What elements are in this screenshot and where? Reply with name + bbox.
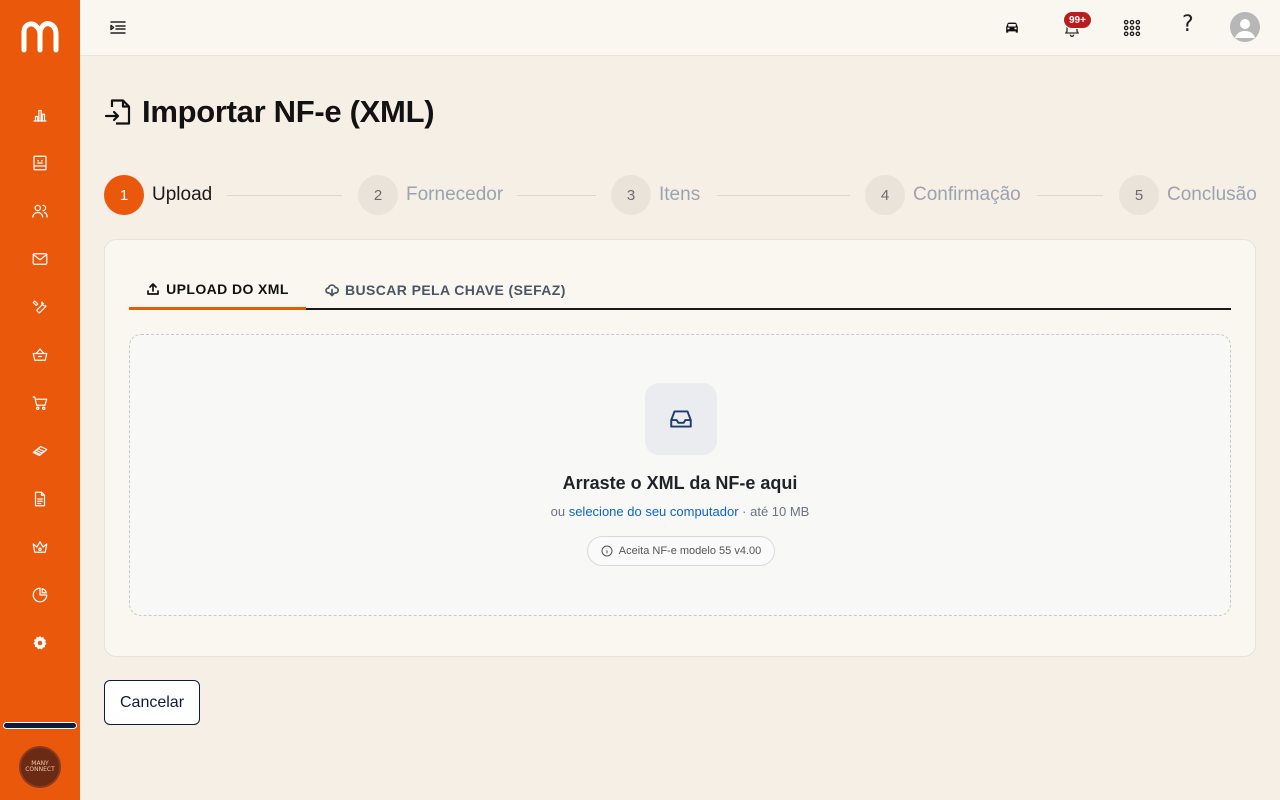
brand-avatar[interactable]: MANY CONNECT <box>19 746 61 788</box>
cloud-download-icon <box>325 284 339 297</box>
mail-icon[interactable] <box>28 247 52 271</box>
file-import-icon <box>104 99 131 125</box>
brand-avatar-text: MANY CONNECT <box>25 760 55 773</box>
step-itens: 3 Itens <box>611 175 700 215</box>
step-number: 5 <box>1119 175 1159 215</box>
apps-grid-icon[interactable] <box>1118 14 1146 42</box>
tab-upload-xml[interactable]: UPLOAD DO XML <box>129 270 306 310</box>
gear-icon[interactable] <box>28 631 52 655</box>
step-fornecedor: 2 Fornecedor <box>358 175 503 215</box>
step-connector <box>517 195 596 196</box>
upload-icon <box>147 282 160 295</box>
step-number: 2 <box>358 175 398 215</box>
notification-badge: 99+ <box>1063 11 1092 29</box>
bar-chart-icon[interactable] <box>28 103 52 127</box>
step-number: 3 <box>611 175 651 215</box>
step-confirmacao: 4 Confirmação <box>865 175 1021 215</box>
pie-chart-icon[interactable] <box>28 583 52 607</box>
step-label: Itens <box>659 184 701 205</box>
select-file-link[interactable]: selecione do seu computador <box>569 504 739 519</box>
wrench-icon[interactable] <box>28 295 52 319</box>
cancel-button[interactable]: Cancelar <box>104 680 200 725</box>
sidebar: MANY CONNECT <box>0 0 80 800</box>
cart-icon[interactable] <box>28 391 52 415</box>
dropzone-title: Arraste o XML da NF-e aqui <box>562 473 798 493</box>
help-icon[interactable]: ? <box>1182 12 1194 37</box>
xml-dropzone[interactable]: Arraste o XML da NF-e aqui ou selecione … <box>129 334 1231 616</box>
car-icon[interactable] <box>998 14 1026 42</box>
step-label: Upload <box>152 184 213 205</box>
format-hint: Aceita NF-e modelo 55 v4.00 <box>587 536 775 566</box>
format-hint-text: Aceita NF-e modelo 55 v4.00 <box>618 545 762 557</box>
step-label: Confirmação <box>913 184 1021 205</box>
basket-icon[interactable] <box>28 343 52 367</box>
users-icon[interactable] <box>28 199 52 223</box>
crown-icon[interactable] <box>28 535 52 559</box>
step-label: Fornecedor <box>406 184 504 205</box>
tab-bar: UPLOAD DO XML BUSCAR PELA CHAVE (SEFAZ) <box>129 270 1231 310</box>
step-number: 4 <box>865 175 905 215</box>
step-connector <box>1037 195 1103 196</box>
upload-card: UPLOAD DO XML BUSCAR PELA CHAVE (SEFAZ) … <box>104 239 1256 657</box>
step-label: Conclusão <box>1167 184 1257 205</box>
menu-toggle-icon[interactable] <box>108 16 128 38</box>
info-icon <box>601 545 613 557</box>
sidebar-progress-bar <box>3 722 77 729</box>
step-number: 1 <box>104 175 144 215</box>
page-title: Importar NF-e (XML) <box>142 94 435 129</box>
document-icon[interactable] <box>28 487 52 511</box>
dropzone-prefix: ou <box>550 504 569 519</box>
step-conclusao: 5 Conclusão <box>1119 175 1257 215</box>
topbar: 99+ ? <box>80 0 1280 56</box>
tab-buscar-sefaz[interactable]: BUSCAR PELA CHAVE (SEFAZ) <box>325 270 566 310</box>
page-header: Importar NF-e (XML) <box>104 94 435 130</box>
step-upload: 1 Upload <box>104 175 212 215</box>
inbox-icon <box>645 383 717 455</box>
dashboard-icon[interactable] <box>28 151 52 175</box>
tab-label: BUSCAR PELA CHAVE (SEFAZ) <box>345 282 566 298</box>
step-connector <box>227 195 342 196</box>
dropzone-suffix: · até 10 MB <box>738 504 810 519</box>
tab-label: UPLOAD DO XML <box>166 280 289 297</box>
step-connector <box>717 195 850 196</box>
user-avatar[interactable] <box>1230 12 1260 42</box>
tire-icon[interactable] <box>28 439 52 463</box>
m-logo-icon[interactable] <box>20 16 60 56</box>
dropzone-subtitle: ou selecione do seu computador · até 10 … <box>130 504 1230 519</box>
